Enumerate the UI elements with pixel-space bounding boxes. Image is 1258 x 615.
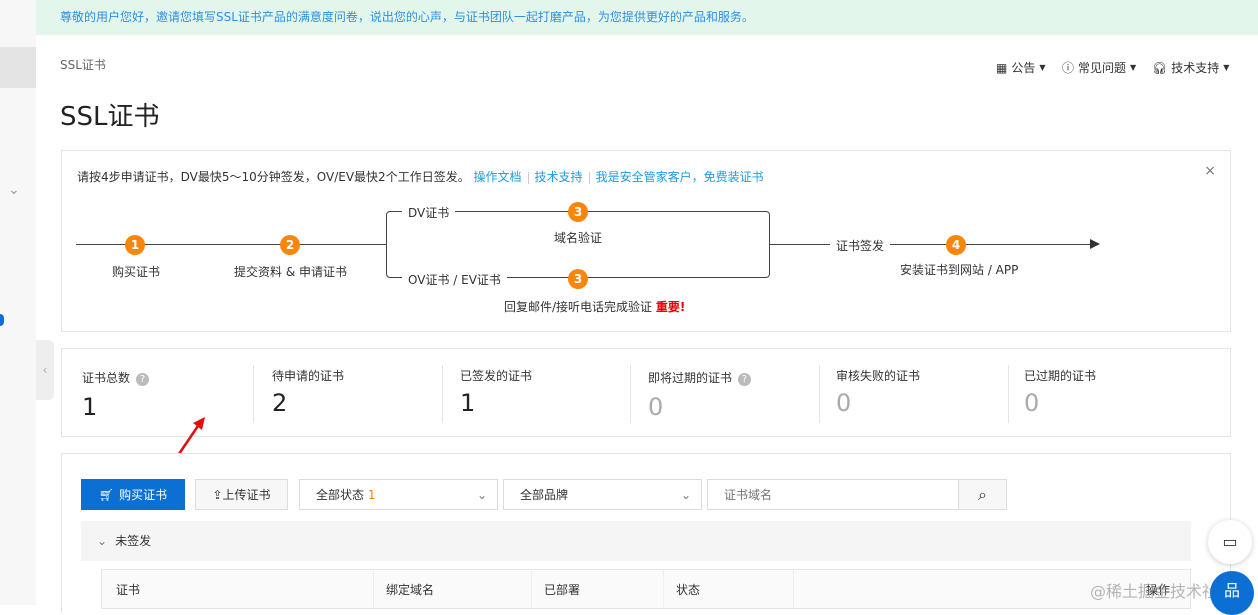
upload-icon: ⇪ [212,487,223,502]
arrow-head-icon [1090,239,1100,249]
important-tag: 重要! [655,300,686,314]
status-select[interactable]: 全部状态 1 ⌄ [299,479,498,510]
cart-icon: 🛒︎ [98,487,115,502]
menu-label: 公告 [1011,61,1036,75]
help-icon[interactable]: ? [738,373,752,386]
sidebar-chevron-down-icon[interactable]: ⌄ [8,182,20,198]
column-header-cert: 证书 [102,570,374,608]
ov-step-3-label: 回复邮件/接听电话完成验证 重要! [504,300,686,314]
column-header-status: 状态 [664,570,794,608]
search-icon: ⌕ [978,484,987,504]
menu-announcement[interactable]: ▦ 公告 ▼ [996,59,1046,76]
page-title: SSL证书 [60,102,160,132]
stat-expired[interactable]: 已过期的证书 0 [1004,349,1194,438]
step-2-badge: 2 [280,235,300,255]
stat-value: 0 [648,393,664,421]
ov-step-3-badge: 3 [568,269,588,289]
chevron-down-icon: ⌄ [680,487,691,502]
free-install-link[interactable]: 我是安全管家客户，免费装证书 [596,170,764,184]
stat-value: 0 [1024,389,1040,417]
issue-label: 证书签发 [830,237,891,254]
grid-icon: 品 [1223,581,1240,600]
breadcrumb[interactable]: SSL证书 [60,56,106,73]
status-count: 1 [367,488,376,502]
group-unissued[interactable]: ⌄ 未签发 [81,521,1191,561]
upload-cert-button[interactable]: ⇪ 上传证书 [195,479,288,510]
cert-table-header: 证书 绑定域名 已部署 状态 操作 [101,569,1191,609]
headset-icon: 🎧︎ [1152,60,1168,75]
search-button[interactable]: ⌕ [958,479,1007,510]
support-link[interactable]: 技术支持 [535,170,583,184]
step-1-label: 购买证书 [112,265,161,279]
stat-value: 0 [836,389,852,417]
ovev-label: OV证书 / EV证书 [402,271,507,288]
question-icon: ⓘ [1062,61,1075,75]
stat-pending[interactable]: 待申请的证书 2 [252,349,442,438]
caret-icon: ▼ [1223,63,1230,72]
sidebar-active-item[interactable] [0,47,36,88]
guide-intro-line: 请按4步申请证书，DV最快5～10分钟签发，OV/EV最快2个工作日签发。 操作… [77,168,764,185]
chevron-down-icon: ⌄ [97,534,108,548]
step-1-badge: 1 [125,235,145,255]
brand-select[interactable]: 全部品牌 ⌄ [503,479,702,510]
announcement-icon: ▦ [996,60,1008,75]
dv-step-3-badge: 3 [568,202,588,222]
buy-cert-button[interactable]: 🛒︎ 购买证书 [81,479,185,510]
feedback-button[interactable]: ▭ [1208,520,1252,564]
stat-expiring[interactable]: 即将过期的证书? 0 [628,349,818,438]
step-2-label: 提交资料 & 申请证书 [234,265,347,279]
stat-issued[interactable]: 已签发的证书 1 [440,349,630,438]
stat-value: 2 [272,389,288,417]
apply-guide-panel: 请按4步申请证书，DV最快5～10分钟签发，OV/EV最快2个工作日签发。 操作… [61,150,1231,332]
stats-panel: 证书总数? 1 待申请的证书 2 已签发的证书 1 即将过期的证书? 0 审核失败的证书… [61,348,1231,437]
step-4-badge: 4 [946,235,966,255]
column-header-domain: 绑定域名 [374,570,532,608]
domain-search-input[interactable] [707,479,959,510]
dv-label: DV证书 [402,204,456,221]
apps-button[interactable]: 品 [1210,571,1254,615]
caret-icon: ▼ [1130,63,1137,72]
menu-faq[interactable]: ⓘ 常见问题 ▼ [1062,59,1136,76]
menu-label: 技术支持 [1171,61,1220,75]
stat-value: 1 [82,393,98,421]
sidebar [0,0,36,605]
close-icon[interactable]: × [1204,163,1216,179]
stat-failed[interactable]: 审核失败的证书 0 [816,349,1006,438]
docs-link[interactable]: 操作文档 [474,170,522,184]
guide-intro: 请按4步申请证书，DV最快5～10分钟签发，OV/EV最快2个工作日签发。 [77,170,470,184]
sidebar-collapse-handle[interactable]: ‹ [36,340,54,400]
menu-support[interactable]: 🎧︎ 技术支持 ▼ [1152,59,1229,76]
survey-banner[interactable]: 尊敬的用户您好，邀请您填写SSL证书产品的满意度问卷，说出您的心声，与证书团队一… [36,0,1258,35]
dv-step-3-label: 域名验证 [554,231,603,245]
chat-icon: ▭ [1222,532,1238,551]
step-4-label: 安装证书到网站 / APP [900,263,1019,277]
help-icon[interactable]: ? [136,373,150,386]
caret-icon: ▼ [1039,63,1046,72]
menu-label: 常见问题 [1078,61,1127,75]
stat-value: 1 [460,389,476,417]
column-header-deployed: 已部署 [532,570,664,608]
chevron-down-icon: ⌄ [476,487,487,502]
